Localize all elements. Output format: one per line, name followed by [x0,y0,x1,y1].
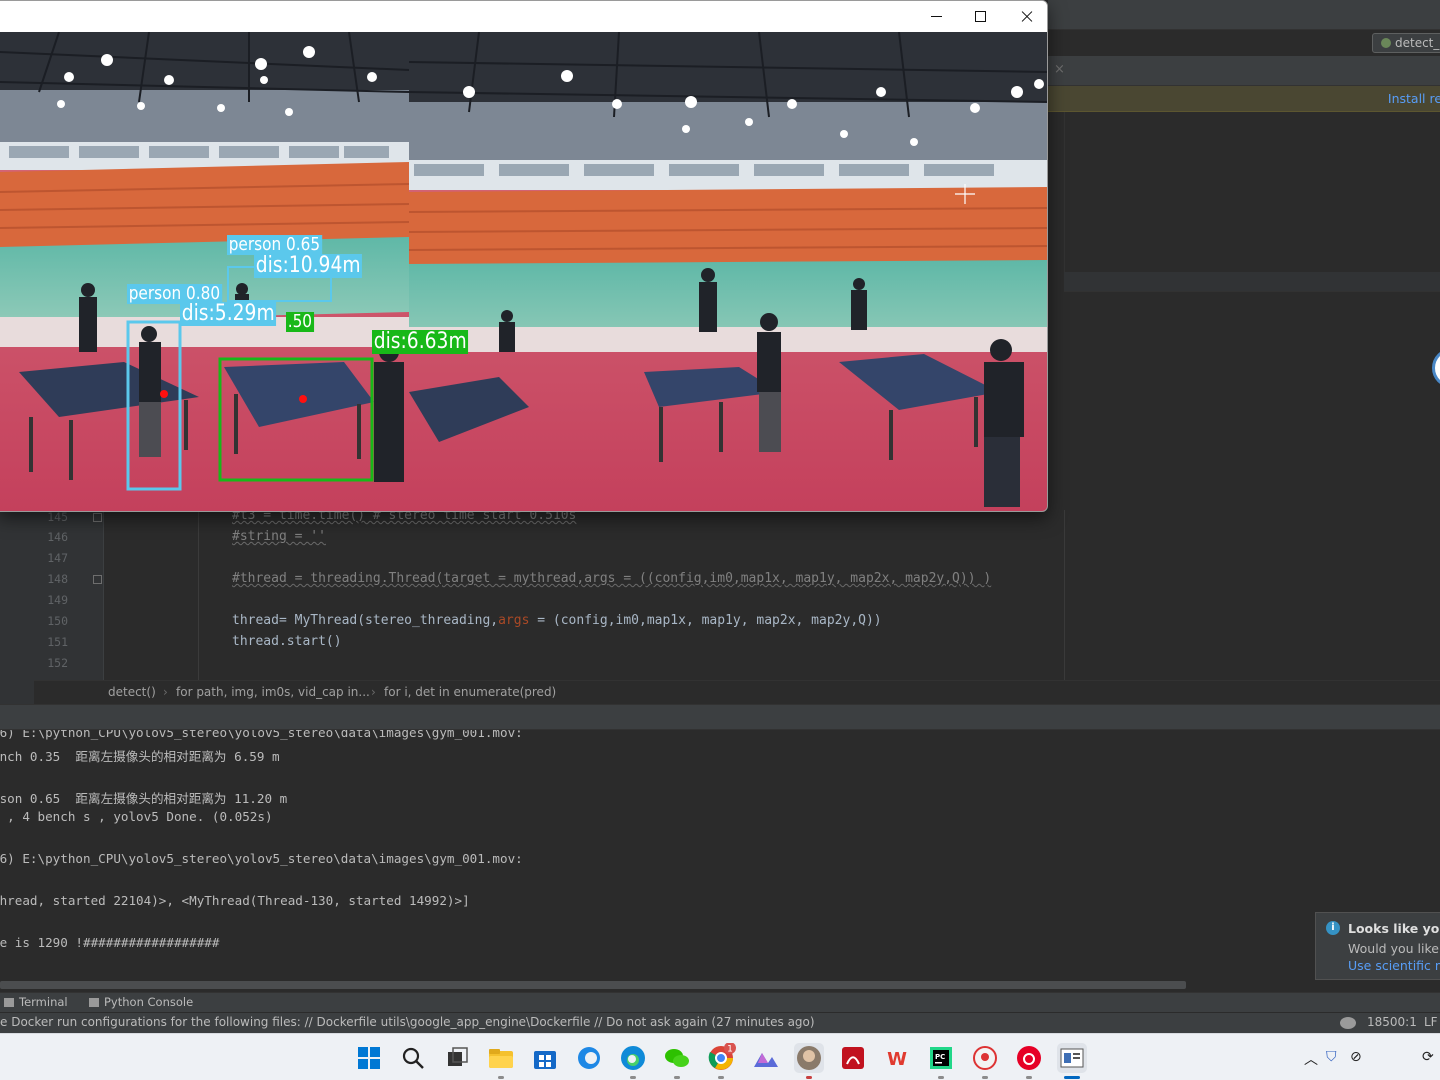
tool-window-bar: Terminal Python Console [0,992,1440,1012]
editor-gutter [0,510,34,680]
code-line: thread= MyThread(stereo_threading,args =… [232,613,882,628]
terminal-icon [4,998,14,1007]
shield-icon[interactable]: ⛉ [1326,1049,1337,1065]
status-bar: e Docker run configurations for the foll… [0,1012,1440,1033]
git-status-icon[interactable] [1340,1017,1356,1029]
breadcrumb-item[interactable]: detect() [108,685,156,699]
search-icon[interactable] [398,1043,428,1073]
chevron-up-icon[interactable]: ︿ [1304,1049,1318,1069]
python-console-icon [89,998,99,1007]
svg-text:1: 1 [727,1045,733,1055]
line-number: 151 [47,635,68,649]
tab-terminal[interactable]: Terminal [4,995,68,1009]
stereo-frame: person 0.65 dis:10.94m person 0.80 dis:5… [0,32,1047,511]
python-icon [1381,38,1391,48]
edge-icon[interactable] [618,1043,648,1079]
notification-title: Looks like you' [1348,921,1440,936]
line-number: 150 [47,614,68,628]
image-viewer-window[interactable]: person 0.65 dis:10.94m person 0.80 dis:5… [0,0,1048,512]
console-line: l6) E:\python_CPU\yolov5_stereo\yolov5_s… [0,851,523,866]
netease-music-icon[interactable] [1014,1043,1044,1079]
editor-tab-strip [1048,56,1440,86]
side-panel-header [1064,272,1440,292]
detection-distance: dis:10.94m [254,253,363,278]
network-icon[interactable]: ⊘ [1350,1049,1362,1065]
taskbar: 1 W PC ︿ ⛉ ⊘ ⟳ [0,1033,1440,1080]
run-tool-window-header [0,704,1440,730]
browser-icon[interactable] [574,1043,604,1073]
line-number: 145 [47,510,68,524]
console-line: me is 1290 !################## [0,935,220,950]
start-icon[interactable] [354,1043,384,1073]
requirements-banner: Install req [1048,86,1440,112]
image-viewer-icon[interactable] [1057,1043,1087,1079]
line-number: 146 [47,530,68,544]
breadcrumb-item[interactable]: for path, img, im0s, vid_cap in... [176,685,370,699]
ide-toolbar [1048,0,1440,30]
run-configuration-selector[interactable]: detect_ [1372,33,1440,53]
svg-text:PC: PC [935,1053,945,1061]
status-message[interactable]: e Docker run configurations for the foll… [0,1015,815,1029]
line-numbers: 145 146 147 148 149 150 151 152 [34,510,104,680]
code-line: #thread = threading.Thread(target = myth… [232,571,992,586]
console-line: Thread, started 22104)>, <MyThread(Threa… [0,893,470,908]
game-app-icon[interactable] [970,1043,1000,1079]
console-line: rson 0.65 距离左摄像头的相对距离为 11.20 m [0,791,288,806]
console-line: s , 4 bench s , yolov5 Done. (0.052s) [0,809,273,824]
info-icon: i [1326,921,1340,935]
code-editor[interactable]: #t3 = time.time() # stereo time start 0.… [104,510,1064,680]
task-view-icon[interactable] [442,1043,472,1073]
side-panel [1064,112,1440,272]
minimize-button[interactable] [913,1,959,32]
console-line: ench 0.35 距离左摄像头的相对距离为 6.59 m [0,749,280,764]
line-number: 152 [47,656,68,670]
floating-assistant-icon[interactable] [1432,348,1440,388]
line-number: 149 [47,593,68,607]
right-camera-image [408,32,1047,511]
line-number: 147 [47,551,68,565]
acrobat-icon[interactable] [838,1043,868,1073]
profile-app-icon[interactable] [794,1043,824,1079]
breadcrumb-item[interactable]: for i, det in enumerate(pred) [384,685,556,699]
line-number: 148 [47,572,68,586]
run-console[interactable]: l6) E:\python_CPU\yolov5_stereo\yolov5_s… [0,730,1440,992]
close-button[interactable] [1003,1,1047,32]
chrome-icon[interactable]: 1 [706,1042,736,1079]
code-line: #string = '' [232,529,326,544]
horizontal-scrollbar[interactable] [0,981,1186,989]
notification-popup[interactable]: i Looks like you' Would you like t Use s… [1315,912,1440,980]
wechat-icon[interactable] [662,1043,692,1079]
close-icon[interactable]: × [1054,62,1065,77]
fold-icon[interactable] [93,513,102,522]
microsoft-store-icon[interactable] [530,1043,560,1073]
code-line: thread.start() [232,634,342,649]
console-line: l6) E:\python_CPU\yolov5_stereo\yolov5_s… [0,730,523,740]
wps-icon[interactable]: W [882,1043,912,1073]
breadcrumb: detect() › for path, img, im0s, vid_cap … [34,680,1440,704]
line-ending[interactable]: LF [1424,1015,1438,1029]
install-requirements-link[interactable]: Install req [1388,91,1440,106]
maximize-button[interactable] [957,1,1003,32]
window-titlebar[interactable] [0,1,1047,32]
gym-scene [0,32,1047,511]
notification-link[interactable]: Use scientific mo [1348,958,1440,973]
file-explorer-icon[interactable] [486,1043,516,1079]
fold-icon[interactable] [93,575,102,584]
detection-distance: dis:6.63m [372,329,469,354]
svg-text:W: W [887,1049,907,1070]
notification-body: Would you like t [1348,941,1440,956]
sync-icon[interactable]: ⟳ [1422,1049,1434,1065]
detection-distance: dis:5.29m [180,301,277,326]
detection-label: .50 [286,311,314,332]
pycharm-icon[interactable]: PC [926,1043,956,1079]
cursor-position[interactable]: 18500:1 [1367,1015,1417,1029]
tab-python-console[interactable]: Python Console [89,995,193,1009]
detection-label: person 0.65 [227,234,322,255]
photo-app-icon[interactable] [750,1043,780,1073]
